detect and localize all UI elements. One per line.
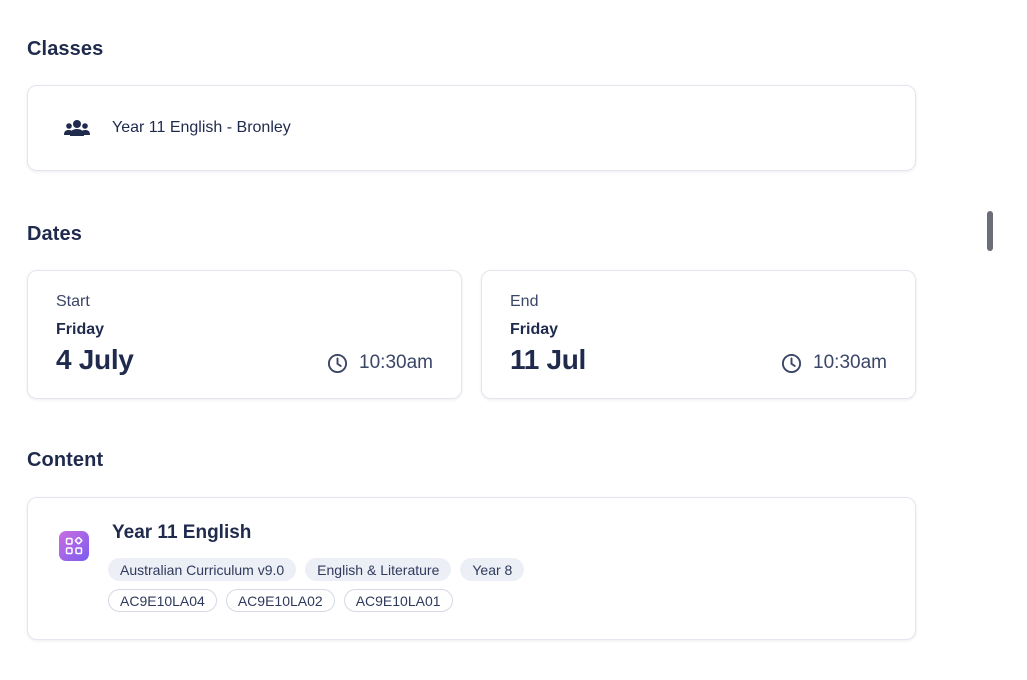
- start-time: 10:30am: [327, 352, 433, 374]
- clock-icon: [781, 353, 802, 374]
- end-date-card[interactable]: End Friday 11 Jul 10:30am: [481, 270, 916, 399]
- end-label: End: [510, 293, 539, 310]
- scrollbar-thumb[interactable]: [987, 211, 993, 251]
- classes-section-title: Classes: [27, 38, 104, 60]
- subject-tag: English & Literature: [305, 558, 452, 581]
- start-date-card[interactable]: Start Friday 4 July 10:30am: [27, 270, 462, 399]
- code-list: AC9E10LA04 AC9E10LA02 AC9E10LA01: [108, 589, 453, 612]
- class-name: Year 11 English - Bronley: [112, 119, 291, 136]
- year-tag: Year 8: [460, 558, 525, 581]
- end-date: 11 Jul: [510, 344, 587, 375]
- start-date: 4 July: [56, 344, 134, 375]
- curriculum-code-tag: AC9E10LA02: [225, 589, 335, 612]
- tag-list: Australian Curriculum v9.0 English & Lit…: [108, 558, 525, 581]
- content-title: Year 11 English: [112, 522, 252, 543]
- apps-icon: [59, 531, 89, 561]
- clock-icon: [327, 353, 348, 374]
- content-section-title: Content: [27, 449, 104, 471]
- end-weekday: Friday: [510, 321, 559, 338]
- users-group-icon: [64, 118, 90, 138]
- curriculum-code-tag: AC9E10LA04: [108, 589, 217, 612]
- end-time: 10:30am: [781, 352, 887, 374]
- dates-section-title: Dates: [27, 223, 82, 245]
- class-item-card[interactable]: Year 11 English - Bronley: [27, 85, 916, 171]
- curriculum-tag: Australian Curriculum v9.0: [108, 558, 297, 581]
- end-time-value: 10:30am: [813, 352, 887, 373]
- start-time-value: 10:30am: [359, 352, 433, 373]
- curriculum-code-tag: AC9E10LA01: [343, 589, 453, 612]
- start-weekday: Friday: [56, 321, 105, 338]
- content-item-card[interactable]: Year 11 English Australian Curriculum v9…: [27, 497, 916, 640]
- start-label: Start: [56, 293, 90, 310]
